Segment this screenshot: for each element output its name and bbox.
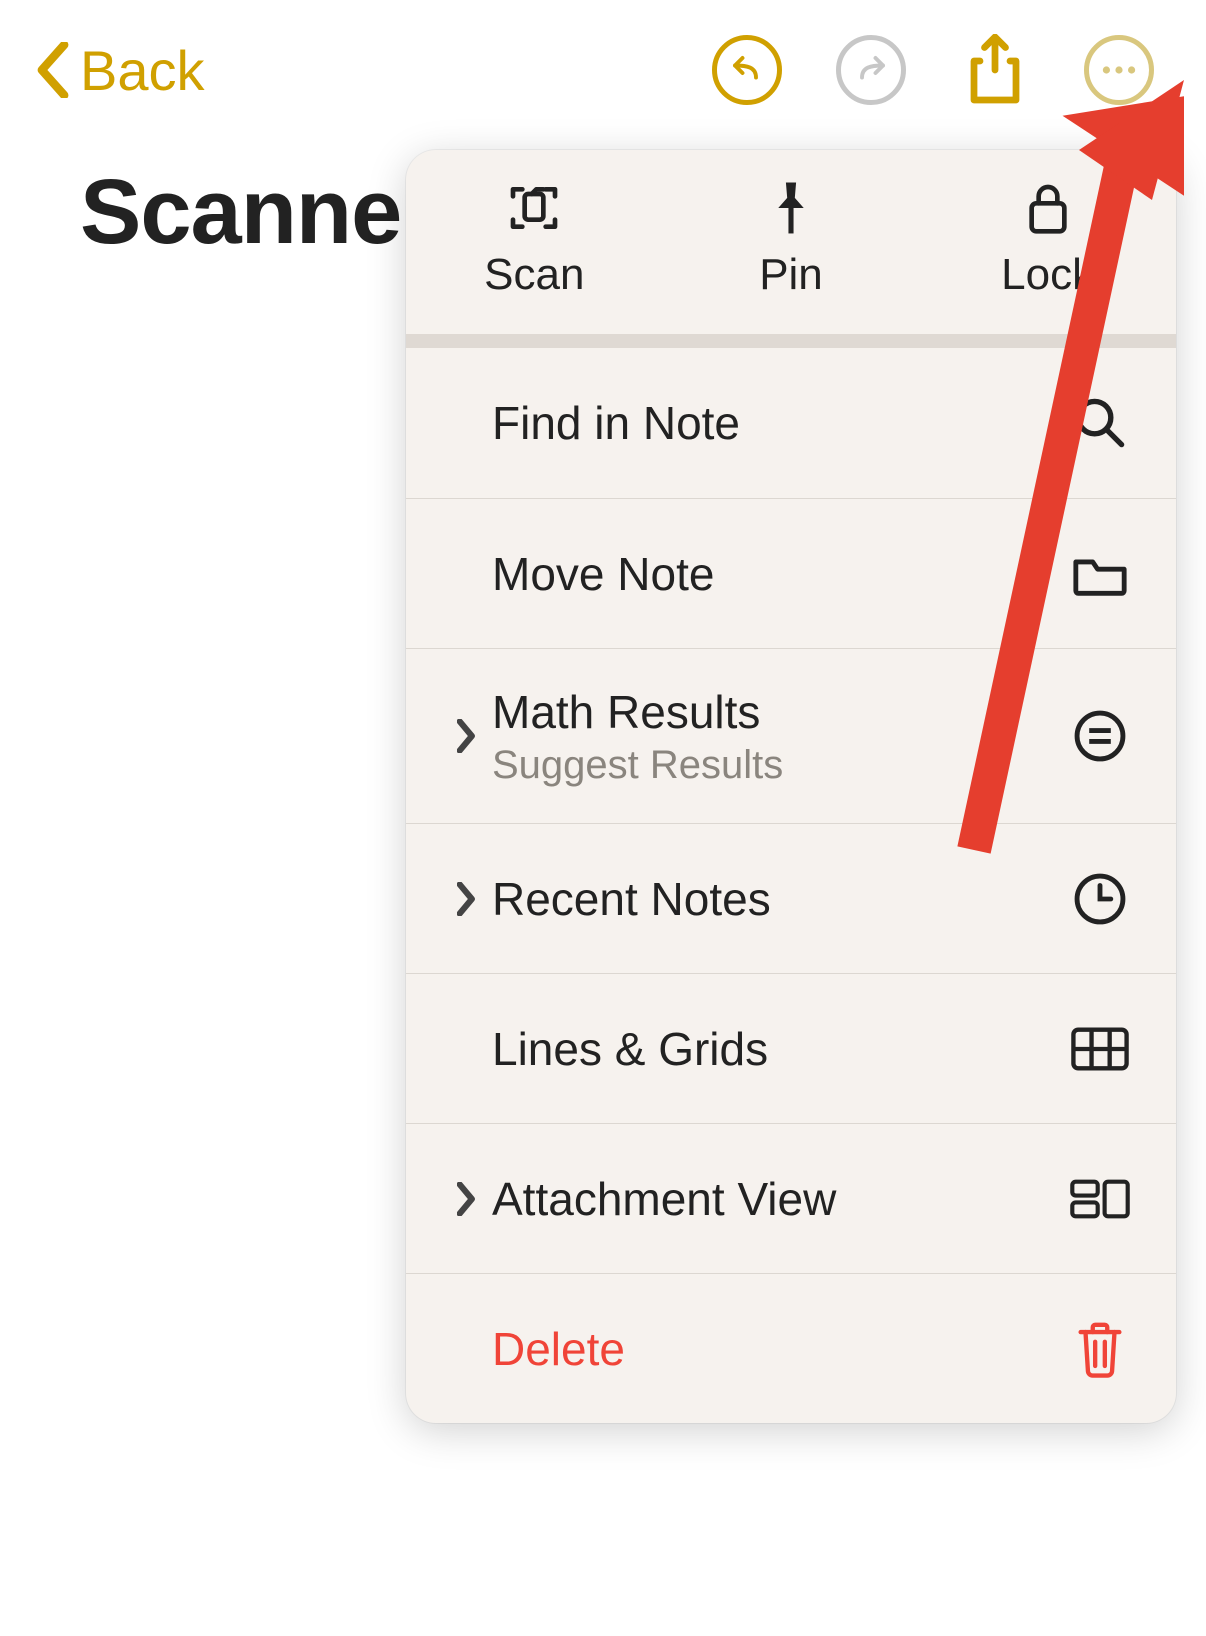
search-icon: [1070, 393, 1130, 453]
trash-icon: [1070, 1319, 1130, 1379]
grid-icon: [1070, 1019, 1130, 1079]
menu-row-label: Recent Notes: [492, 872, 1070, 926]
clock-icon: [1070, 869, 1130, 929]
menu-row-subtitle: Suggest Results: [492, 743, 1070, 788]
scan-icon: [506, 180, 562, 236]
menu-pin-label: Pin: [759, 250, 823, 300]
ellipsis-icon: [1101, 52, 1137, 88]
equals-circle-icon: [1070, 706, 1130, 766]
menu-find-in-note[interactable]: Find in Note: [406, 348, 1176, 498]
more-button[interactable]: [1084, 35, 1154, 105]
chevron-right-icon: [442, 882, 492, 916]
menu-lines-grids[interactable]: Lines & Grids: [406, 973, 1176, 1123]
menu-scan[interactable]: Scan: [407, 180, 661, 300]
menu-row-label: Math Results: [492, 685, 1070, 739]
back-button[interactable]: Back: [30, 28, 211, 113]
menu-row-label: Lines & Grids: [492, 1022, 1070, 1076]
menu-attachment-view[interactable]: Attachment View: [406, 1123, 1176, 1273]
redo-button[interactable]: [836, 35, 906, 105]
menu-recent-notes[interactable]: Recent Notes: [406, 823, 1176, 973]
lock-icon: [1020, 180, 1076, 236]
chevron-right-icon: [442, 1182, 492, 1216]
chevron-right-icon: [442, 719, 492, 753]
menu-delete[interactable]: Delete: [406, 1273, 1176, 1423]
menu-math-results[interactable]: Math Results Suggest Results: [406, 648, 1176, 823]
undo-button[interactable]: [712, 35, 782, 105]
folder-icon: [1070, 544, 1130, 604]
menu-row-label: Move Note: [492, 547, 1070, 601]
menu-row-label: Find in Note: [492, 396, 1070, 450]
menu-row-label: Delete: [492, 1322, 1070, 1376]
menu-top-row: Scan Pin Lock: [406, 150, 1176, 334]
share-button[interactable]: [960, 35, 1030, 105]
menu-pin[interactable]: Pin: [664, 180, 918, 300]
toolbar: Back: [0, 0, 1206, 120]
menu-lock[interactable]: Lock: [921, 180, 1175, 300]
share-icon: [965, 34, 1025, 106]
undo-icon: [729, 52, 765, 88]
menu-row-label: Attachment View: [492, 1172, 1070, 1226]
more-menu: Scan Pin Lock Find in Note Move Note: [406, 150, 1176, 1423]
back-label: Back: [80, 38, 205, 103]
redo-icon: [853, 52, 889, 88]
attachment-view-icon: [1070, 1169, 1130, 1229]
menu-scan-label: Scan: [484, 250, 584, 300]
menu-move-note[interactable]: Move Note: [406, 498, 1176, 648]
menu-lock-label: Lock: [1001, 250, 1094, 300]
pin-icon: [763, 180, 819, 236]
chevron-left-icon: [36, 42, 70, 98]
